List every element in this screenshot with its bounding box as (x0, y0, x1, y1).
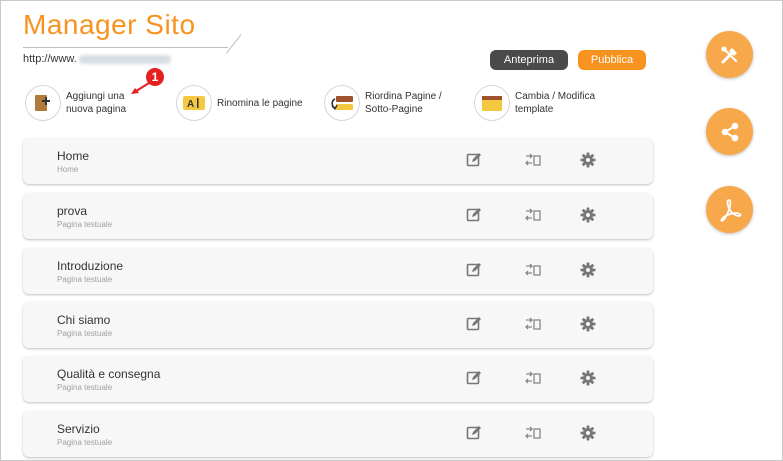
move-page-icon[interactable] (525, 151, 543, 169)
add-page-label-line1: Aggiungi una (66, 91, 125, 102)
pdf-icon (719, 198, 741, 222)
reorder-icon (324, 85, 360, 121)
gear-icon[interactable] (579, 206, 597, 224)
edit-icon[interactable] (465, 315, 483, 333)
add-page-icon (25, 85, 61, 121)
page-type: Pagina testuale (57, 383, 113, 392)
page-name: Home (57, 149, 90, 163)
page-row[interactable]: Home Home (23, 138, 653, 184)
edit-icon[interactable] (465, 261, 483, 279)
preview-button[interactable]: Anteprima (490, 50, 568, 70)
site-url-prefix: http://www. (23, 53, 77, 65)
page-row[interactable]: Chi siamo Pagina testuale (23, 302, 653, 348)
move-page-icon[interactable] (525, 424, 543, 442)
change-template-label-line1: Cambia / Modifica (515, 91, 596, 102)
template-icon (474, 85, 510, 121)
move-page-icon[interactable] (525, 261, 543, 279)
share-icon (721, 122, 738, 141)
add-page-label-line2: nuova pagina (66, 104, 127, 115)
change-template-tool[interactable]: Cambia / Modifica template (474, 85, 595, 121)
page-row[interactable]: Qualità e consegna Pagina testuale (23, 356, 653, 402)
page-type: Pagina testuale (57, 438, 113, 447)
svg-text:A: A (187, 99, 194, 110)
share-button[interactable] (706, 108, 753, 155)
pdf-button[interactable] (706, 186, 753, 233)
page-type: Pagina testuale (57, 220, 113, 229)
page-name: Introduzione (57, 259, 124, 273)
publish-button[interactable]: Pubblica (578, 50, 646, 70)
rename-icon: A (176, 85, 212, 121)
edit-icon[interactable] (465, 206, 483, 224)
tools-button[interactable] (706, 31, 753, 78)
reorder-pages-label-line1: Riordina Pagine / (365, 91, 442, 102)
page-title: Manager Sito (23, 9, 196, 40)
page-name: prova (57, 204, 88, 218)
page-row[interactable]: Introduzione Pagina testuale (23, 248, 653, 294)
rename-pages-tool[interactable]: A Rinomina le pagine (176, 85, 303, 121)
move-page-icon[interactable] (525, 369, 543, 387)
edit-icon[interactable] (465, 369, 483, 387)
add-page-tool[interactable]: Aggiungi una nuova pagina (25, 85, 126, 121)
page-name: Chi siamo (57, 313, 111, 327)
change-template-label-line2: template (515, 104, 554, 115)
page-type: Pagina testuale (57, 275, 113, 284)
page-name: Servizio (57, 422, 100, 436)
title-underline (23, 47, 228, 48)
gear-icon[interactable] (579, 369, 597, 387)
move-page-icon[interactable] (525, 206, 543, 224)
annotation-badge: 1 (146, 68, 164, 86)
gear-icon[interactable] (579, 315, 597, 333)
gear-icon[interactable] (579, 424, 597, 442)
tools-icon (720, 45, 737, 63)
reorder-pages-tool[interactable]: Riordina Pagine / Sotto-Pagine (324, 85, 442, 121)
gear-icon[interactable] (579, 261, 597, 279)
move-page-icon[interactable] (525, 315, 543, 333)
edit-icon[interactable] (465, 424, 483, 442)
page-name: Qualità e consegna (57, 367, 161, 381)
page-type: Pagina testuale (57, 329, 113, 338)
rename-pages-label: Rinomina le pagine (217, 97, 303, 109)
site-url[interactable]: http://www. (23, 53, 171, 65)
title-underline-slash (226, 34, 242, 54)
page-row[interactable]: Servizio Pagina testuale (23, 411, 653, 457)
edit-icon[interactable] (465, 151, 483, 169)
page-type: Home (57, 165, 79, 174)
page-row[interactable]: prova Pagina testuale (23, 193, 653, 239)
site-url-blurred (78, 54, 171, 64)
reorder-pages-label-line2: Sotto-Pagine (365, 104, 423, 115)
gear-icon[interactable] (579, 151, 597, 169)
